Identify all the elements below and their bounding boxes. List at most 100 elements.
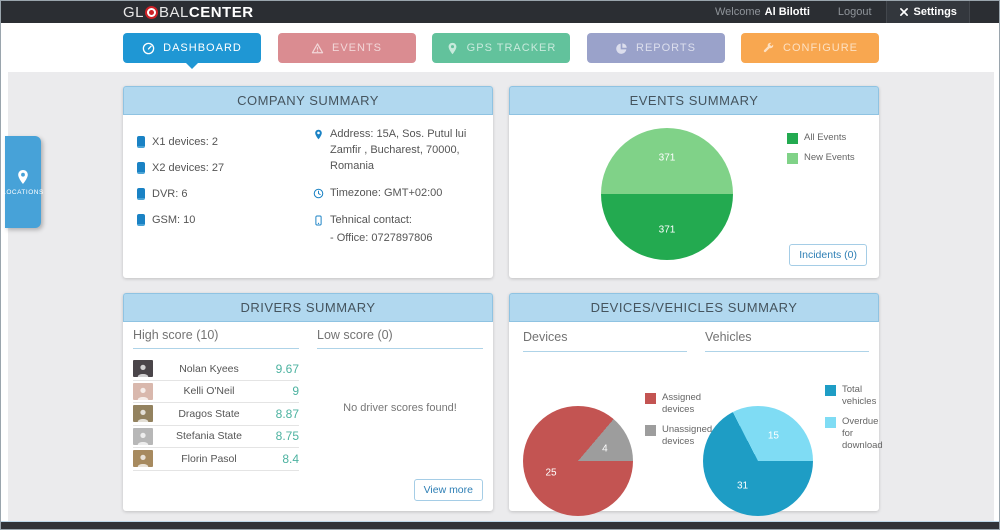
avatar [133, 383, 153, 400]
footer-bar [1, 521, 999, 529]
panel-title: EVENTS SUMMARY [509, 86, 879, 115]
logo-text-bal: BAL [159, 4, 189, 21]
legend-item: Unassigned devices [645, 424, 705, 448]
nav-bar: DASHBOARD EVENTS GPS TRACKER REPORTS CON… [1, 23, 999, 72]
driver-name: Florin Pasol [153, 453, 265, 465]
devices-label: Devices [523, 330, 687, 352]
legend-swatch [787, 153, 798, 164]
legend-item: Assigned devices [645, 392, 705, 416]
driver-name: Nolan Kyees [153, 363, 265, 375]
driver-name: Kelli O'Neil [153, 385, 265, 397]
high-score-list: Nolan Kyees 9.67 Kelli O'Neil 9 Dragos S… [133, 358, 299, 471]
tab-configure[interactable]: CONFIGURE [741, 33, 879, 63]
warning-icon [311, 42, 324, 55]
avatar [133, 360, 153, 377]
pin-icon [446, 42, 459, 55]
location-pin-icon [15, 169, 31, 185]
wrench-icon [762, 42, 775, 55]
target-logo-icon [145, 6, 158, 19]
legend-item: All Events [787, 132, 855, 144]
pie-value-label: 31 [737, 481, 748, 492]
device-icon [137, 214, 145, 226]
legend-swatch [825, 385, 836, 396]
avatar [133, 428, 153, 445]
legend-swatch [825, 417, 836, 428]
low-score-label: Low score (0) [317, 328, 483, 349]
pie-value-label: 371 [659, 224, 676, 235]
logo-text-center: CENTER [189, 4, 254, 21]
legend-swatch [787, 133, 798, 144]
driver-score: 9.67 [265, 362, 299, 376]
tab-events[interactable]: EVENTS [278, 33, 416, 63]
device-icon [137, 188, 145, 200]
incidents-button[interactable]: Incidents (0) [789, 244, 867, 266]
contact-row: Tehnical contact: [313, 213, 489, 229]
panel-title: DRIVERS SUMMARY [123, 293, 493, 322]
legend-swatch [645, 393, 656, 404]
timezone-row: Timezone: GMT+02:00 [313, 186, 489, 202]
pie-value-label: 371 [659, 153, 676, 164]
address-row: Address: 15A, Sos. Putul lui Zamfir , Bu… [313, 127, 489, 175]
avatar [133, 450, 153, 467]
legend-item: New Events [787, 152, 855, 164]
settings-button[interactable]: Settings [886, 1, 970, 23]
device-count-list: X1 devices: 2 X2 devices: 27 DVR: 6 GSM:… [137, 129, 224, 233]
devices-vehicles-summary-panel: DEVICES/VEHICLES SUMMARY Devices Vehicle… [509, 293, 879, 511]
top-bar: GL BAL CENTER WelcomeAl Bilotti Logout S… [1, 1, 999, 23]
driver-score: 8.87 [265, 407, 299, 421]
location-pin-icon [313, 128, 324, 141]
events-pie-chart: 371 371 [601, 128, 733, 260]
view-more-button[interactable]: View more [414, 479, 483, 501]
driver-name: Stefania State [153, 430, 265, 442]
vehicles-pie-chart: 31 15 [703, 406, 813, 516]
devices-legend: Assigned devices Unassigned devices [645, 392, 705, 448]
tab-gps-tracker[interactable]: GPS TRACKER [432, 33, 570, 63]
logo-text-gl: GL [123, 4, 144, 21]
top-bar-right: WelcomeAl Bilotti Logout Settings [701, 1, 970, 23]
events-legend: All Events New Events [787, 132, 855, 164]
gauge-icon [142, 42, 155, 55]
driver-row[interactable]: Dragos State 8.87 [133, 403, 299, 426]
clock-icon [313, 187, 324, 200]
device-icon [137, 136, 145, 148]
no-scores-message: No driver scores found! [317, 402, 483, 414]
pie-value-label: 15 [768, 430, 779, 441]
driver-row[interactable]: Stefania State 8.75 [133, 426, 299, 449]
tab-reports[interactable]: REPORTS [587, 33, 725, 63]
driver-score: 8.4 [265, 452, 299, 466]
pie-value-label: 25 [545, 468, 556, 479]
device-count-item: GSM: 10 [137, 207, 224, 233]
panel-title: COMPANY SUMMARY [123, 86, 493, 115]
driver-name: Dragos State [153, 408, 265, 420]
pie-icon [615, 42, 628, 55]
legend-item: Total vehicles [825, 384, 877, 408]
tools-icon [899, 7, 909, 17]
username: Al Bilotti [765, 6, 810, 18]
app-logo: GL BAL CENTER [123, 1, 254, 23]
welcome-text: WelcomeAl Bilotti [701, 1, 824, 23]
driver-row[interactable]: Nolan Kyees 9.67 [133, 358, 299, 381]
vehicles-label: Vehicles [705, 330, 869, 352]
company-info: Address: 15A, Sos. Putul lui Zamfir , Bu… [313, 127, 489, 247]
locations-side-tab[interactable]: LOCATIONS [5, 136, 41, 228]
driver-score: 8.75 [265, 429, 299, 443]
driver-row[interactable]: Florin Pasol 8.4 [133, 448, 299, 471]
device-count-item: X1 devices: 2 [137, 129, 224, 155]
contact-office: - Office: 0727897806 [330, 231, 489, 247]
company-summary-panel: COMPANY SUMMARY X1 devices: 2 X2 devices… [123, 86, 493, 278]
driver-row[interactable]: Kelli O'Neil 9 [133, 381, 299, 404]
nav-tabs: DASHBOARD EVENTS GPS TRACKER REPORTS CON… [123, 33, 879, 63]
app-window: GL BAL CENTER WelcomeAl Bilotti Logout S… [0, 0, 1000, 530]
device-icon [137, 162, 145, 174]
tab-dashboard[interactable]: DASHBOARD [123, 33, 261, 63]
pie-value-label: 4 [602, 443, 608, 454]
legend-swatch [645, 425, 656, 436]
legend-item: Overdue for download [825, 416, 877, 452]
logout-link[interactable]: Logout [824, 1, 886, 23]
events-summary-panel: EVENTS SUMMARY 371 371 All Events New Eve… [509, 86, 879, 278]
locations-label: LOCATIONS [2, 189, 44, 196]
drivers-summary-panel: DRIVERS SUMMARY High score (10) Low scor… [123, 293, 493, 511]
avatar [133, 405, 153, 422]
device-count-item: X2 devices: 27 [137, 155, 224, 181]
vehicles-legend: Total vehicles Overdue for download [825, 384, 877, 451]
